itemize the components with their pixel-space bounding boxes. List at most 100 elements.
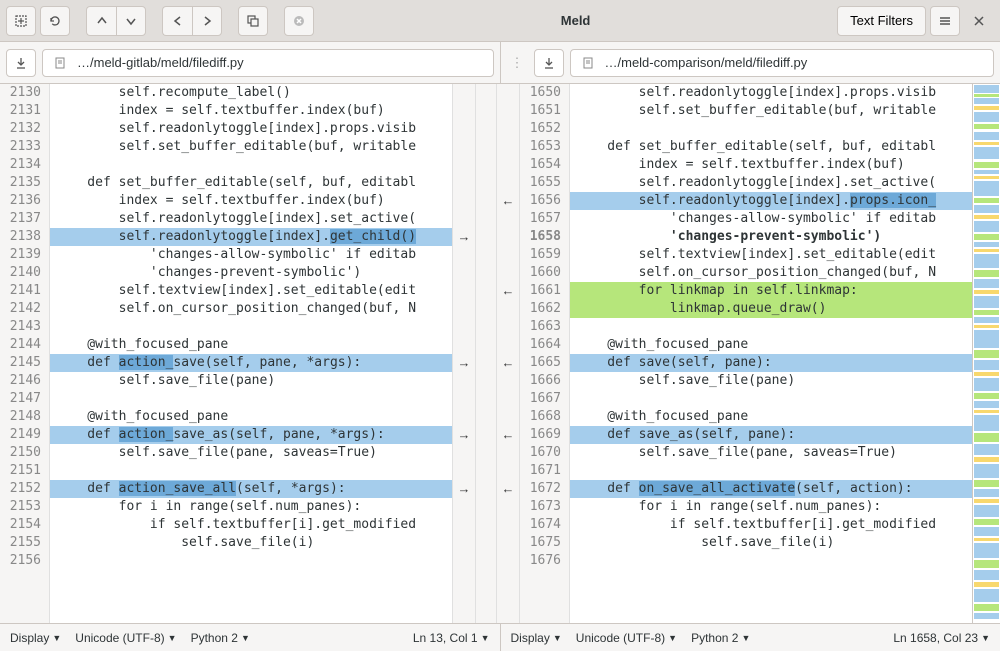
code-line[interactable] xyxy=(570,120,972,138)
code-line[interactable]: self.readonlytoggle[index].get_child() xyxy=(50,228,452,246)
code-line[interactable]: self.readonlytoggle[index].props.visib xyxy=(570,84,972,102)
forward-button[interactable] xyxy=(192,6,222,36)
right-code[interactable]: self.readonlytoggle[index].props.visib s… xyxy=(570,84,972,623)
code-line[interactable]: 'changes-allow-symbolic' if editab xyxy=(50,246,452,264)
code-line[interactable]: 'changes-prevent-symbolic') xyxy=(570,228,972,246)
left-action-gutter[interactable]: → → → → xyxy=(452,84,476,623)
code-line[interactable]: for i in range(self.num_panes): xyxy=(570,498,972,516)
code-line[interactable] xyxy=(50,156,452,174)
right-merge-arrow[interactable]: ← xyxy=(497,426,519,444)
save-right-button[interactable] xyxy=(534,49,564,77)
code-line[interactable]: self.readonlytoggle[index].props.visib xyxy=(50,120,452,138)
code-line[interactable]: def action_save_as(self, pane, *args): xyxy=(50,426,452,444)
status-display-right[interactable]: Display▼ xyxy=(511,631,562,645)
code-line[interactable]: def save(self, pane): xyxy=(570,354,972,372)
code-line[interactable]: self.save_file(pane) xyxy=(570,372,972,390)
code-line[interactable]: for i in range(self.num_panes): xyxy=(50,498,452,516)
file-path-right-text: …/meld-comparison/meld/filediff.py xyxy=(605,55,808,70)
new-tab-button[interactable] xyxy=(6,6,36,36)
code-line[interactable]: 'changes-prevent-symbolic') xyxy=(50,264,452,282)
next-change-button[interactable] xyxy=(116,6,146,36)
overview-map[interactable] xyxy=(972,84,1000,623)
header-bar: Meld Text Filters xyxy=(0,0,1000,42)
code-line[interactable]: index = self.textbuffer.index(buf) xyxy=(50,102,452,120)
right-merge-arrow[interactable]: ← xyxy=(497,354,519,372)
file-path-right[interactable]: …/meld-comparison/meld/filediff.py xyxy=(570,49,995,77)
code-line[interactable]: for linkmap in self.linkmap: xyxy=(570,282,972,300)
code-line[interactable]: @with_focused_pane xyxy=(570,336,972,354)
document-icon xyxy=(53,56,67,70)
code-line[interactable]: self.save_file(pane, saveas=True) xyxy=(570,444,972,462)
code-line[interactable]: @with_focused_pane xyxy=(50,336,452,354)
close-window-button[interactable] xyxy=(964,6,994,36)
right-merge-arrow[interactable]: ← xyxy=(497,192,519,210)
code-line[interactable]: if self.textbuffer[i].get_modified xyxy=(50,516,452,534)
code-line[interactable]: self.set_buffer_editable(buf, writable xyxy=(50,138,452,156)
status-display-left[interactable]: Display▼ xyxy=(10,631,61,645)
code-line[interactable]: self.on_cursor_position_changed(buf, N xyxy=(50,300,452,318)
status-encoding-right[interactable]: Unicode (UTF-8)▼ xyxy=(576,631,677,645)
code-line[interactable]: def set_buffer_editable(self, buf, edita… xyxy=(570,138,972,156)
code-line[interactable] xyxy=(50,552,452,570)
code-line[interactable] xyxy=(570,390,972,408)
right-action-gutter[interactable]: ← ← ← ← ← xyxy=(496,84,520,623)
left-code[interactable]: self.recompute_label() index = self.text… xyxy=(50,84,452,623)
code-line[interactable]: def action_save(self, pane, *args): xyxy=(50,354,452,372)
prev-change-button[interactable] xyxy=(86,6,116,36)
code-line[interactable]: self.save_file(i) xyxy=(50,534,452,552)
code-line[interactable]: self.save_file(i) xyxy=(570,534,972,552)
code-line[interactable]: self.on_cursor_position_changed(buf, N xyxy=(570,264,972,282)
code-line[interactable]: index = self.textbuffer.index(buf) xyxy=(570,156,972,174)
status-bar: Display▼ Unicode (UTF-8)▼ Python 2▼ Ln 1… xyxy=(0,623,1000,651)
window-title: Meld xyxy=(318,13,833,28)
code-line[interactable]: @with_focused_pane xyxy=(50,408,452,426)
left-merge-arrow[interactable]: → xyxy=(453,426,475,444)
left-merge-arrow[interactable]: → xyxy=(453,480,475,498)
code-line[interactable]: def set_buffer_editable(self, buf, edita… xyxy=(50,174,452,192)
code-line[interactable]: def save_as(self, pane): xyxy=(570,426,972,444)
status-lang-left[interactable]: Python 2▼ xyxy=(191,631,250,645)
text-filters-button[interactable]: Text Filters xyxy=(837,6,926,36)
code-line[interactable]: self.recompute_label() xyxy=(50,84,452,102)
code-line[interactable] xyxy=(50,390,452,408)
code-line[interactable] xyxy=(570,462,972,480)
left-merge-arrow[interactable]: → xyxy=(453,228,475,246)
code-line[interactable]: self.set_buffer_editable(buf, writable xyxy=(570,102,972,120)
code-line[interactable] xyxy=(570,318,972,336)
stop-button[interactable] xyxy=(284,6,314,36)
path-bar-left: …/meld-gitlab/meld/filediff.py xyxy=(0,42,501,83)
status-encoding-left[interactable]: Unicode (UTF-8)▼ xyxy=(75,631,176,645)
code-line[interactable]: 'changes-allow-symbolic' if editab xyxy=(570,210,972,228)
right-merge-arrow[interactable]: ← xyxy=(497,282,519,300)
code-line[interactable]: linkmap.queue_draw() xyxy=(570,300,972,318)
left-merge-arrow[interactable]: → xyxy=(453,354,475,372)
status-lang-right[interactable]: Python 2▼ xyxy=(691,631,750,645)
code-line[interactable]: if self.textbuffer[i].get_modified xyxy=(570,516,972,534)
code-line[interactable]: self.readonlytoggle[index].props.icon_ xyxy=(570,192,972,210)
copy-button[interactable] xyxy=(238,6,268,36)
left-line-numbers: 2130213121322133213421352136213721382139… xyxy=(0,84,50,623)
status-pos-left[interactable]: Ln 13, Col 1▼ xyxy=(413,631,490,645)
code-line[interactable]: self.save_file(pane, saveas=True) xyxy=(50,444,452,462)
back-button[interactable] xyxy=(162,6,192,36)
code-line[interactable] xyxy=(50,318,452,336)
refresh-button[interactable] xyxy=(40,6,70,36)
code-line[interactable] xyxy=(570,552,972,570)
code-line[interactable]: self.textview[index].set_editable(edit xyxy=(50,282,452,300)
status-pos-right[interactable]: Ln 1658, Col 23▼ xyxy=(893,631,990,645)
code-line[interactable]: self.readonlytoggle[index].set_active( xyxy=(570,174,972,192)
code-line[interactable]: @with_focused_pane xyxy=(570,408,972,426)
drag-handle-icon[interactable]: ⋮ xyxy=(507,55,528,71)
right-pane: ←←←←← 1650165116521653165416551656165716… xyxy=(496,84,972,623)
code-line[interactable] xyxy=(50,462,452,480)
code-line[interactable]: def action_save_all(self, *args): xyxy=(50,480,452,498)
code-line[interactable]: self.save_file(pane) xyxy=(50,372,452,390)
file-path-left[interactable]: …/meld-gitlab/meld/filediff.py xyxy=(42,49,494,77)
save-left-button[interactable] xyxy=(6,49,36,77)
code-line[interactable]: def on_save_all_activate(self, action): xyxy=(570,480,972,498)
hamburger-menu-button[interactable] xyxy=(930,6,960,36)
code-line[interactable]: self.readonlytoggle[index].set_active( xyxy=(50,210,452,228)
code-line[interactable]: index = self.textbuffer.index(buf) xyxy=(50,192,452,210)
code-line[interactable]: self.textview[index].set_editable(edit xyxy=(570,246,972,264)
right-merge-arrow[interactable]: ← xyxy=(497,480,519,498)
